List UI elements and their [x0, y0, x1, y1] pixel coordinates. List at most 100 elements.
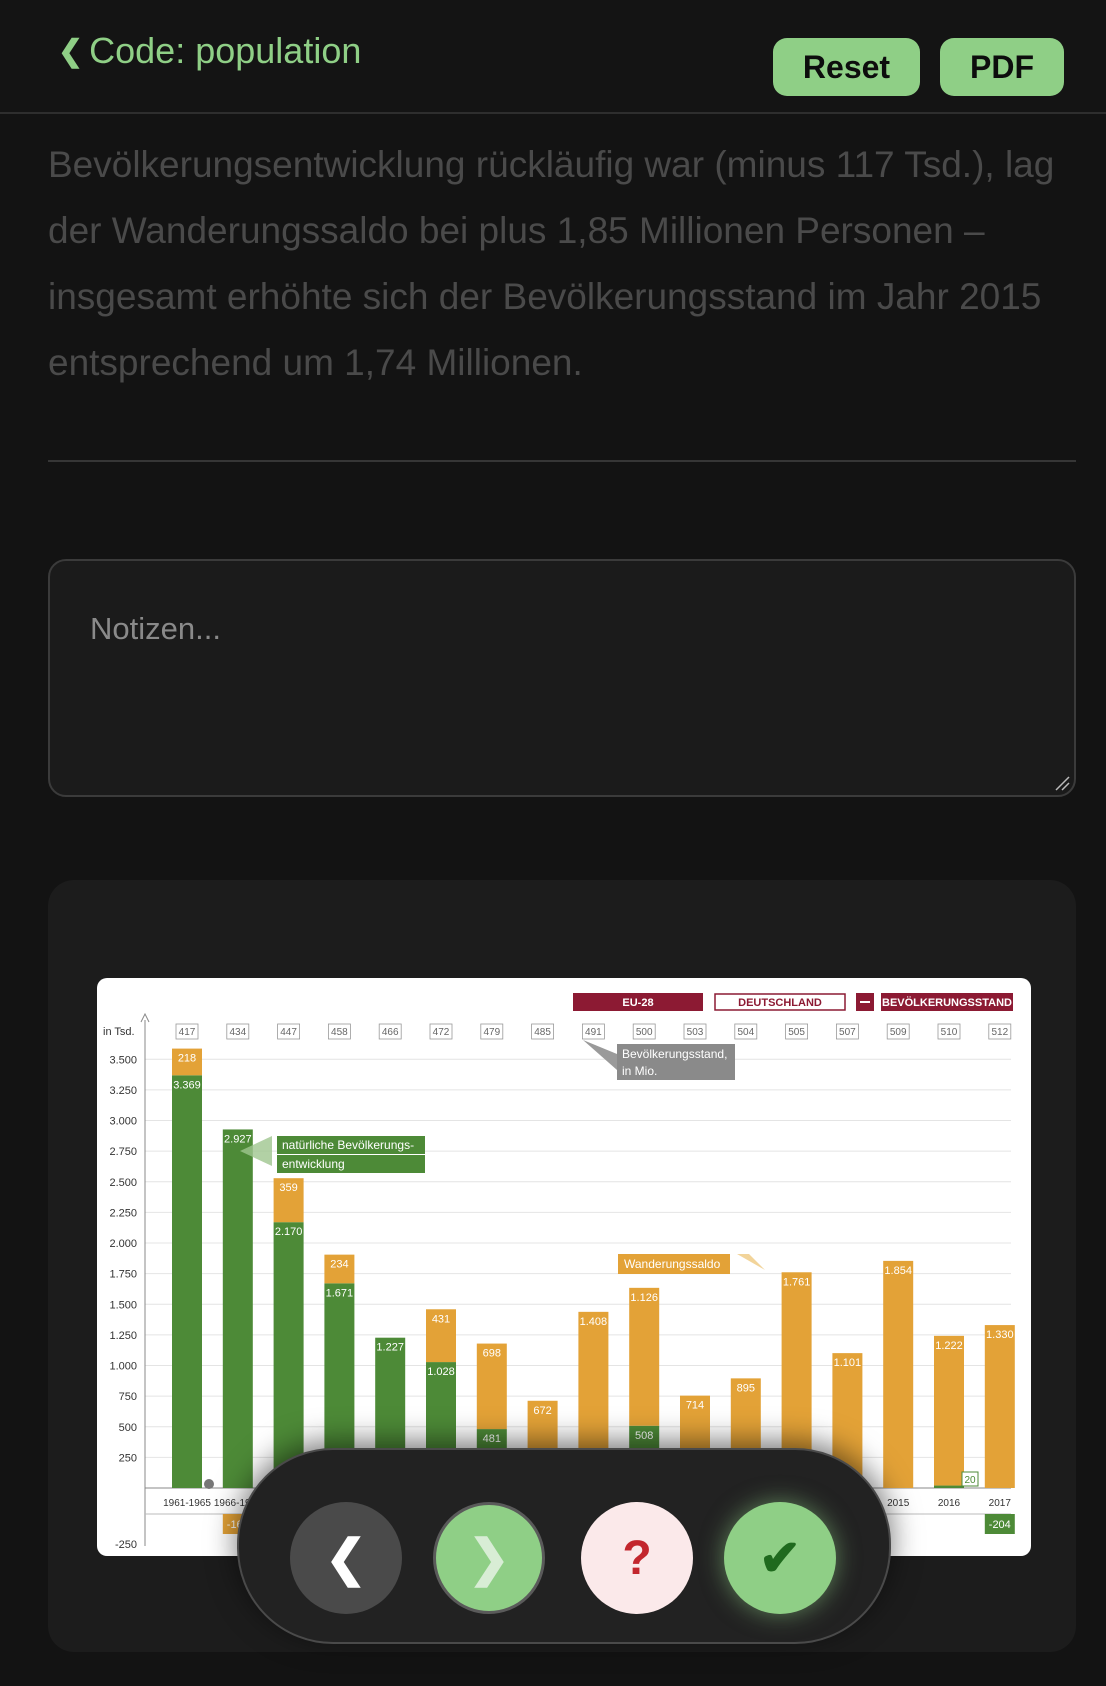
value-label-natural: 1.671 [326, 1287, 354, 1299]
population-label: 485 [534, 1027, 551, 1038]
y-tick-label: 500 [119, 1422, 137, 1434]
population-label: 503 [687, 1027, 704, 1038]
y-tick-label: 1.250 [109, 1330, 137, 1342]
value-label-migration: 1.854 [884, 1265, 912, 1277]
y-tick-label: 750 [119, 1391, 137, 1403]
y-tick-label: 1.000 [109, 1361, 137, 1373]
y-tick-label: 1.500 [109, 1299, 137, 1311]
bar-natural [222, 1129, 253, 1488]
value-label-natural: 481 [483, 1433, 501, 1445]
population-label: 417 [179, 1027, 196, 1038]
pdf-button[interactable]: PDF [940, 38, 1064, 96]
y-tick-label: 3.500 [109, 1054, 137, 1066]
callout-stand-label: Bevölkerungsstand, [622, 1047, 727, 1061]
y-tick-label: -250 [115, 1539, 137, 1551]
legend-de-label: DEUTSCHLAND [738, 997, 822, 1009]
bar-natural [273, 1222, 304, 1488]
callout-pointer [583, 1040, 617, 1070]
value-label-natural: 1.028 [427, 1366, 455, 1378]
population-label: 504 [737, 1027, 754, 1038]
population-label: 500 [636, 1027, 653, 1038]
y-tick-label: 2.750 [109, 1146, 137, 1158]
callout-stand-label: in Mio. [622, 1064, 657, 1078]
value-label-migration: 1.101 [834, 1357, 862, 1369]
callout-migration-label: Wanderungssaldo [624, 1257, 721, 1271]
bar-migration [934, 1335, 964, 1486]
chevron-left-icon: ❮ [58, 34, 84, 68]
population-label: 447 [280, 1027, 297, 1038]
population-label: 507 [839, 1027, 856, 1038]
notes-textarea[interactable]: Notizen... [48, 559, 1076, 797]
next-button[interactable]: ❯ [433, 1502, 545, 1614]
check-icon: ✔ [759, 1530, 801, 1586]
help-button[interactable]: ? [581, 1502, 693, 1614]
value-label-migration: 218 [178, 1053, 196, 1065]
x-tick-label: 1961-1965 [163, 1498, 211, 1509]
value-label-migration: 698 [483, 1348, 501, 1360]
value-label-natural: 2.927 [224, 1133, 252, 1145]
x-tick-label: 2015 [887, 1498, 910, 1509]
bar-migration [883, 1260, 914, 1488]
x-tick-label: 2017 [989, 1498, 1012, 1509]
y-axis-label: in Tsd. [103, 1026, 135, 1038]
value-label-migration: 234 [330, 1259, 348, 1271]
y-tick-label: 2.500 [109, 1177, 137, 1189]
callout-natural-label: entwicklung [282, 1157, 345, 1171]
population-label: 458 [331, 1027, 348, 1038]
population-label: 510 [941, 1027, 958, 1038]
value-label-natural: -204 [989, 1519, 1011, 1531]
notes-placeholder: Notizen... [90, 611, 221, 646]
value-label-migration: 672 [533, 1405, 551, 1417]
value-label-natural: 508 [635, 1430, 653, 1442]
y-tick-label: 250 [119, 1452, 137, 1464]
population-label: 472 [433, 1027, 450, 1038]
population-label: 479 [483, 1027, 500, 1038]
callout-natural-label: natürliche Bevölkerungs- [282, 1138, 414, 1152]
footnote-marker [204, 1479, 214, 1489]
value-label-natural: 3.369 [173, 1079, 201, 1091]
reset-button[interactable]: Reset [773, 38, 920, 96]
bar-migration [629, 1287, 660, 1426]
page-title: Code: population [89, 30, 362, 71]
chevron-right-icon: ❯ [468, 1530, 510, 1586]
population-label: 512 [991, 1027, 1008, 1038]
population-label: 509 [890, 1027, 907, 1038]
y-tick-label: 1.750 [109, 1269, 137, 1281]
population-label: 466 [382, 1027, 399, 1038]
value-label-migration: 1.330 [986, 1329, 1014, 1341]
value-label-migration: 895 [737, 1382, 755, 1394]
population-label: 491 [585, 1027, 602, 1038]
top-bar: ❮ Code: population Reset PDF [0, 0, 1106, 114]
bar-migration [984, 1325, 1015, 1488]
resize-handle-icon[interactable] [1054, 775, 1070, 791]
question-icon: ? [622, 1531, 652, 1585]
divider [48, 460, 1076, 462]
back-link[interactable]: ❮ Code: population [58, 30, 361, 72]
legend-eu28-label: EU-28 [622, 997, 653, 1009]
y-tick-label: 3.250 [109, 1085, 137, 1097]
value-label-migration: 359 [279, 1182, 297, 1194]
bar-natural [934, 1485, 964, 1488]
navigation-dock: ❮ ❯ ? ✔ [237, 1448, 891, 1644]
value-label-migration: 1.408 [580, 1316, 608, 1328]
value-label-small: 20 [964, 1475, 976, 1486]
lesson-paragraph: Bevölkerungsentwicklung rückläufig war (… [48, 144, 1055, 383]
value-label-migration: 714 [686, 1400, 704, 1412]
check-button[interactable]: ✔ [724, 1502, 836, 1614]
value-label-migration: 1.761 [783, 1276, 811, 1288]
legend-stand-label: BEVÖLKERUNGSSTAND [882, 996, 1012, 1009]
population-label: 505 [788, 1027, 805, 1038]
value-label-migration: 1.126 [630, 1292, 658, 1304]
callout-pointer [737, 1254, 765, 1270]
y-tick-label: 3.000 [109, 1116, 137, 1128]
bar-natural [172, 1075, 202, 1488]
x-tick-label: 2016 [938, 1498, 961, 1509]
value-label-migration: 431 [432, 1313, 450, 1325]
value-label-migration: 1.222 [935, 1340, 963, 1352]
population-label: 434 [229, 1027, 246, 1038]
previous-button[interactable]: ❮ [290, 1502, 402, 1614]
chevron-left-icon: ❮ [325, 1530, 367, 1586]
y-tick-label: 2.250 [109, 1207, 137, 1219]
value-label-natural: 2.170 [275, 1226, 303, 1238]
value-label-natural: 1.227 [376, 1342, 404, 1354]
